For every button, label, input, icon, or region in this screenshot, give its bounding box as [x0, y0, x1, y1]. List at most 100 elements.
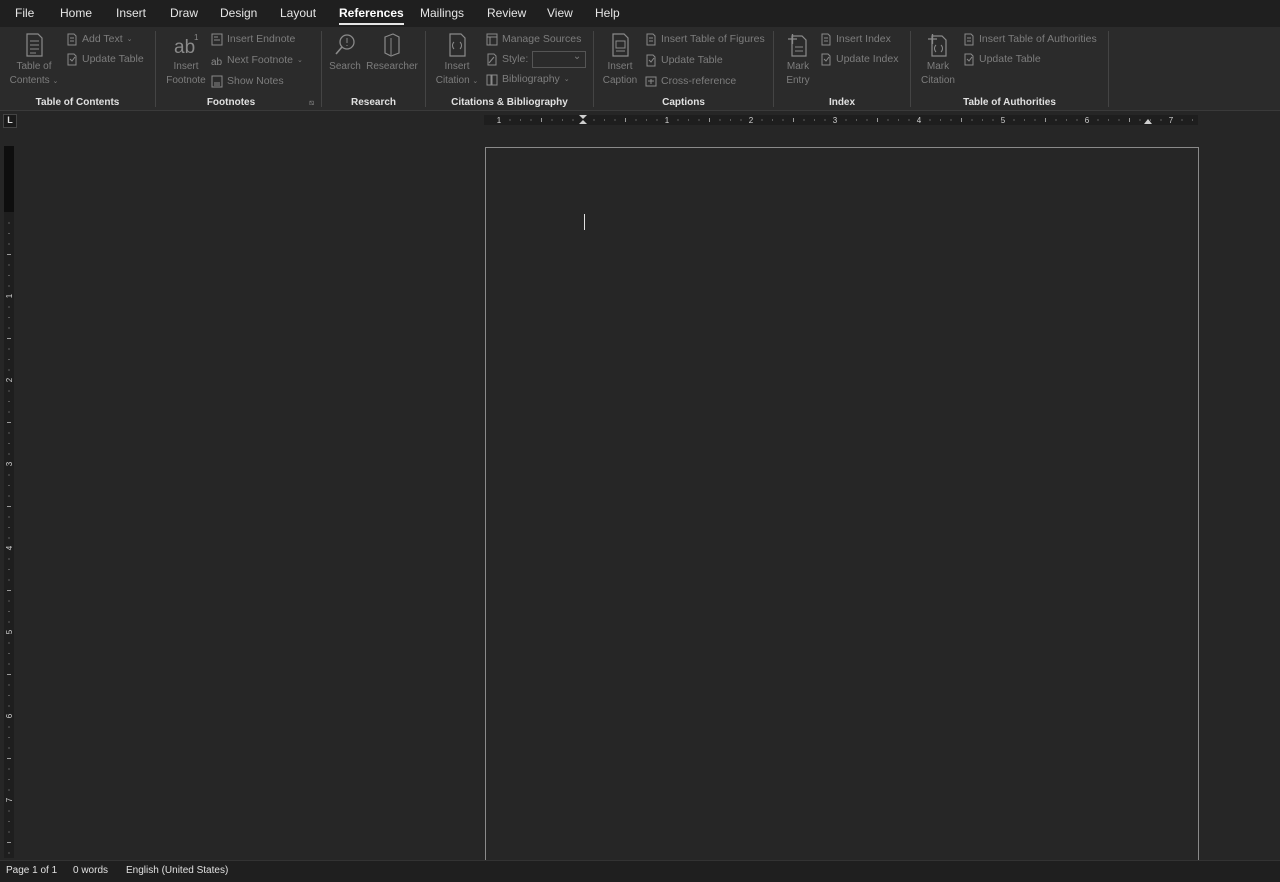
mark-entry-button[interactable]: Mark Entry: [780, 31, 816, 88]
insert-index-label: Insert Index: [836, 33, 891, 45]
group-captions: Insert Caption Insert Table of Figures U…: [594, 27, 773, 111]
word-count[interactable]: 0 words: [73, 865, 108, 876]
ruler-tick: [845, 119, 847, 121]
add-text-button[interactable]: Add Text ⌄: [66, 31, 133, 47]
group-divider: [1108, 31, 1109, 107]
group-research: Search Researcher Research: [322, 27, 425, 111]
ruler-tick: [7, 842, 11, 843]
manage-sources-button[interactable]: Manage Sources: [486, 31, 581, 47]
ruler-tick: [646, 119, 647, 121]
ruler-tick: [8, 453, 10, 455]
bibliography-button[interactable]: Bibliography ⌄: [486, 71, 570, 87]
researcher-button[interactable]: Researcher: [366, 31, 418, 74]
insert-index-button[interactable]: Insert Index: [820, 31, 891, 47]
insert-table-of-authorities-button[interactable]: Insert Table of Authorities: [963, 31, 1097, 47]
mark-citation-line2: Citation: [921, 75, 955, 86]
mark-citation-line1: Mark: [926, 61, 950, 72]
ruler-number: 5: [1001, 116, 1006, 125]
tab-selector[interactable]: L: [3, 114, 17, 128]
ruler-tick: [8, 810, 10, 812]
tab-mailings[interactable]: Mailings: [420, 6, 464, 20]
ruler-tick: [866, 119, 868, 121]
ruler-tick: [982, 119, 983, 121]
ruler-tick: [992, 119, 994, 121]
horizontal-ruler[interactable]: 1 1 2 3 4 5 6 7: [484, 115, 1198, 125]
cross-reference-button[interactable]: Cross-reference: [645, 73, 736, 89]
update-table-toa-button[interactable]: Update Table: [963, 51, 1041, 67]
search-button[interactable]: Search: [328, 31, 362, 74]
vertical-ruler[interactable]: 1 2 3 4 5 6 7: [4, 146, 14, 858]
ruler-number: 5: [5, 629, 14, 634]
indent-marker-icon[interactable]: [579, 115, 587, 124]
ruler-tick: [8, 726, 10, 728]
insert-footnote-button[interactable]: ab 1 Insert Footnote: [160, 31, 212, 88]
ruler-tick: [8, 789, 10, 791]
ruler-number: 7: [1169, 116, 1174, 125]
insert-footnote-line2: Footnote: [166, 75, 206, 86]
ruler-tick: [7, 590, 11, 591]
ruler-tick: [1129, 118, 1130, 122]
update-table-icon: [646, 54, 656, 66]
svg-text:1: 1: [194, 33, 199, 42]
tab-view[interactable]: View: [547, 6, 573, 20]
tab-layout[interactable]: Layout: [280, 6, 316, 20]
ruler-tick: [625, 118, 626, 122]
ruler-tick: [1139, 119, 1141, 121]
style-dropdown[interactable]: [532, 50, 587, 68]
update-table-label: Update Table: [82, 53, 144, 65]
insert-caption-button[interactable]: Insert Caption: [600, 31, 640, 88]
insert-endnote-label: Insert Endnote: [227, 33, 296, 45]
ruler-number: 6: [5, 713, 14, 718]
next-footnote-button[interactable]: ab Next Footnote ⌄: [211, 52, 303, 68]
language-indicator[interactable]: English (United States): [126, 865, 228, 876]
page-count[interactable]: Page 1 of 1: [6, 865, 57, 876]
tab-file[interactable]: File: [15, 6, 34, 20]
update-table-toc-button[interactable]: Update Table: [66, 51, 144, 67]
tab-references[interactable]: References: [339, 6, 404, 25]
tab-help[interactable]: Help: [595, 6, 620, 20]
ruler-tick: [698, 119, 700, 121]
style-selector[interactable]: Style:: [486, 50, 587, 68]
tab-draw[interactable]: Draw: [170, 6, 198, 20]
tab-home[interactable]: Home: [60, 6, 92, 20]
mark-citation-button[interactable]: Mark Citation: [917, 31, 959, 88]
mark-entry-icon: [788, 34, 807, 57]
update-table-captions-button[interactable]: Update Table: [645, 52, 723, 68]
show-notes-button[interactable]: Show Notes: [211, 73, 284, 89]
ruler-tick: [8, 359, 10, 360]
insert-citation-button[interactable]: Insert Citation ⌄: [432, 31, 482, 89]
document-page[interactable]: [485, 147, 1199, 862]
tab-design[interactable]: Design: [220, 6, 257, 20]
footnote-icon: ab 1: [174, 33, 199, 58]
table-of-contents-button[interactable]: Table of Contents ⌄: [6, 31, 62, 89]
group-label-toc: Table of Contents: [35, 97, 120, 108]
dialog-launcher-icon[interactable]: ⧅: [309, 98, 314, 108]
ruler-tick: [8, 348, 10, 350]
ruler-tick: [8, 390, 10, 392]
ruler-tick: [8, 705, 10, 707]
insert-tof-label: Insert Table of Figures: [661, 33, 765, 45]
ruler-tick: [730, 119, 731, 121]
mark-citation-icon: [928, 34, 947, 57]
chevron-down-icon: ⌄: [296, 57, 303, 64]
ruler-tick: [1160, 119, 1162, 121]
tab-review[interactable]: Review: [487, 6, 526, 20]
update-index-button[interactable]: Update Index: [820, 51, 898, 67]
tab-insert[interactable]: Insert: [116, 6, 146, 20]
group-table-of-authorities: Mark Citation Insert Table of Authoritie…: [911, 27, 1108, 111]
insert-table-of-figures-button[interactable]: Insert Table of Figures: [645, 31, 765, 47]
ruler-tick: [8, 579, 10, 581]
ruler-tick: [8, 233, 10, 234]
insert-toa-label: Insert Table of Authorities: [979, 33, 1097, 45]
ruler-tick: [1045, 118, 1046, 122]
ruler-tick: [740, 119, 742, 121]
ruler-tick: [635, 119, 637, 121]
toc-label-line1: Table of: [16, 61, 52, 72]
next-footnote-label: Next Footnote: [227, 54, 293, 66]
ruler-tick: [530, 119, 532, 121]
insert-endnote-button[interactable]: Insert Endnote: [211, 31, 295, 47]
update-table-icon: [67, 53, 77, 65]
ruler-tick: [541, 118, 542, 122]
ruler-tick: [8, 527, 10, 528]
ruler-tick: [8, 653, 10, 654]
